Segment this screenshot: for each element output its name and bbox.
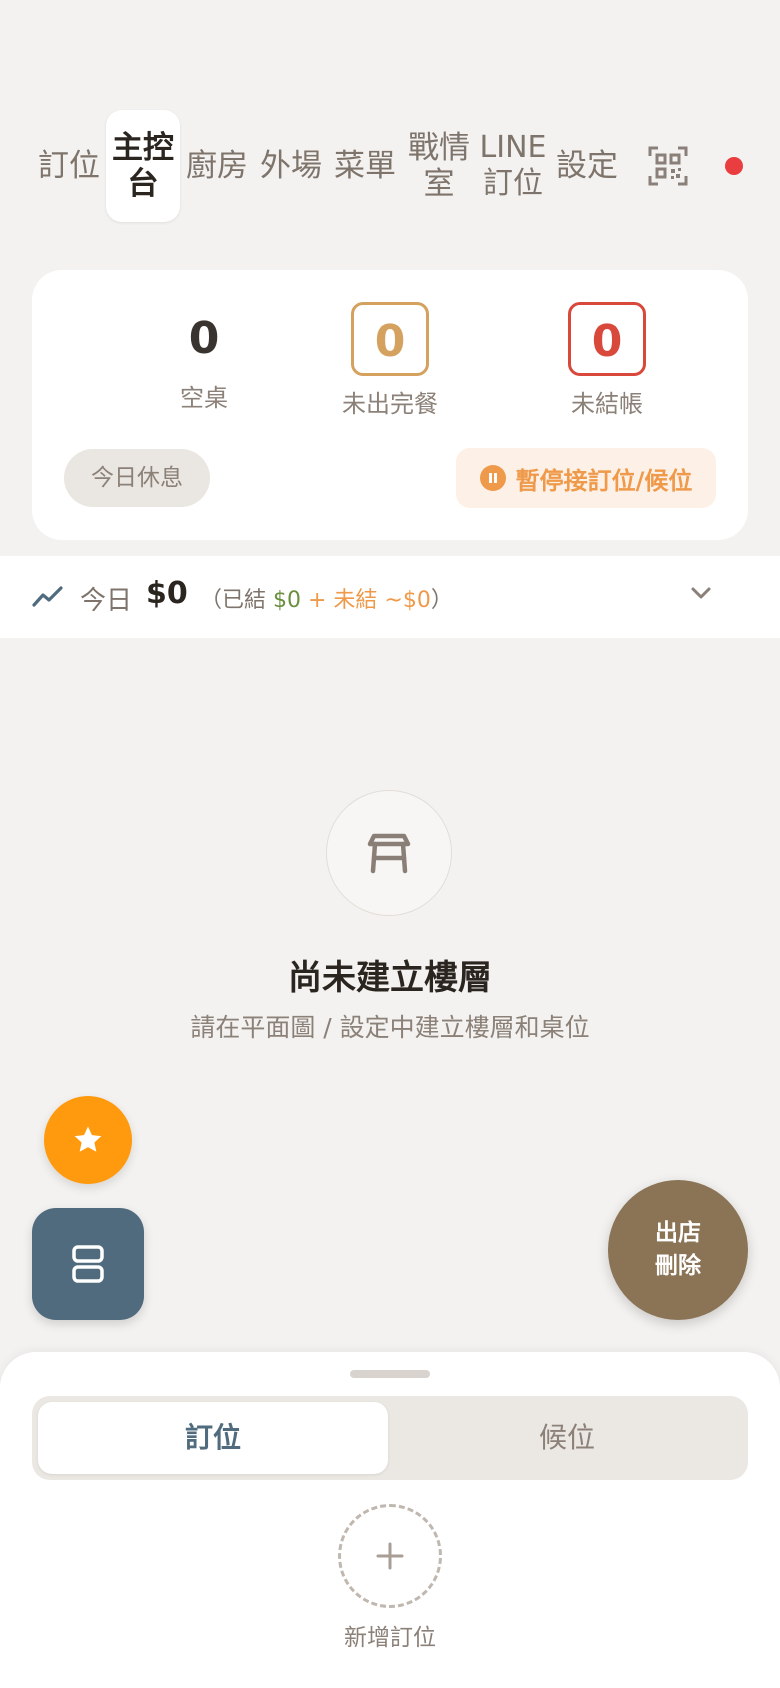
trend-icon (32, 586, 63, 607)
add-reservation-label: 新增訂位 (344, 1625, 436, 1651)
status-dot (725, 157, 743, 175)
empty-state-title: 尚未建立樓層 (288, 958, 492, 998)
qr-scan-icon[interactable] (648, 146, 688, 186)
pause-reservations-button[interactable]: 暫停接訂位/候位 (456, 448, 716, 508)
revenue-detail-suffix: ） (430, 588, 453, 613)
favorites-button[interactable] (44, 1096, 132, 1184)
star-icon (74, 1126, 102, 1152)
checkout-delete-button[interactable]: 出店 刪除 (608, 1180, 748, 1320)
unpaid-label: 未結帳 (571, 390, 643, 418)
tab-settings[interactable]: 設定 (552, 110, 622, 222)
bottom-sheet: 訂位 候位 新增訂位 (0, 1352, 780, 1688)
sheet-drag-handle[interactable] (350, 1370, 430, 1378)
empty-tables-count: 0 (188, 313, 220, 364)
tab-line-reservations[interactable]: LINE 訂位 (476, 110, 550, 222)
revenue-label: 今日 (80, 586, 133, 616)
floor-layout-button[interactable] (32, 1208, 144, 1320)
revenue-detail: （已結 $0 + 未結 ~$0） (200, 582, 453, 614)
segment-waitlist[interactable]: 候位 (392, 1402, 742, 1474)
revenue-settled: $0 (273, 588, 301, 613)
tab-dashboard[interactable]: 主控 台 (106, 110, 180, 222)
layout-icon (72, 1245, 104, 1283)
unpaid-stat[interactable]: 0 未結帳 (497, 302, 717, 419)
revenue-plus: + (301, 588, 334, 613)
pause-reservations-label: 暫停接訂位/候位 (515, 466, 693, 495)
add-reservation-button[interactable] (338, 1504, 442, 1608)
empty-state-subtitle: 請在平面圖 / 設定中建立樓層和桌位 (190, 1013, 590, 1042)
plus-icon (376, 1542, 404, 1570)
unpaid-count: 0 (568, 302, 646, 376)
revenue-amount: $0 (146, 576, 188, 611)
revenue-unsettled: 未結 ~$0 (333, 588, 431, 613)
unserved-stat[interactable]: 0 未出完餐 (280, 302, 500, 419)
table-icon (367, 833, 411, 874)
stats-card: 0 空桌 0 未出完餐 0 未結帳 今日休息 暫停接訂位/候位 (32, 270, 748, 540)
closed-today-button[interactable]: 今日休息 (64, 449, 210, 507)
tab-kitchen[interactable]: 廚房 (182, 110, 252, 222)
tab-reservations[interactable]: 訂位 (34, 110, 104, 222)
segment-reservations[interactable]: 訂位 (38, 1402, 388, 1474)
revenue-detail-prefix: （已結 (200, 588, 273, 613)
tab-floor[interactable]: 外場 (256, 110, 326, 222)
pause-icon (479, 465, 506, 491)
tab-war-room[interactable]: 戰情 室 (404, 110, 474, 222)
unserved-count: 0 (351, 302, 429, 376)
unserved-label: 未出完餐 (342, 390, 438, 418)
chevron-down-icon[interactable] (690, 586, 712, 600)
segmented-control: 訂位 候位 (32, 1396, 748, 1480)
revenue-summary-row[interactable]: 今日 $0 （已結 $0 + 未結 ~$0） (0, 556, 780, 638)
tab-menu[interactable]: 菜單 (330, 110, 400, 222)
empty-state-icon-circle (326, 790, 452, 916)
